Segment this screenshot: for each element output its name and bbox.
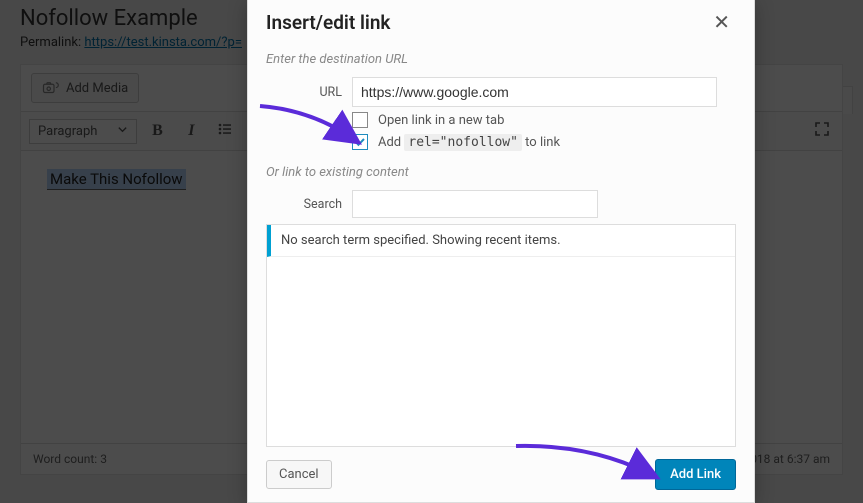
url-input[interactable]: [352, 77, 717, 107]
open-new-tab-option[interactable]: Open link in a new tab: [248, 109, 754, 131]
nofollow-option[interactable]: Add rel="nofollow" to link: [248, 131, 754, 153]
open-new-tab-label: Open link in a new tab: [378, 113, 504, 128]
search-input[interactable]: [352, 190, 598, 218]
nofollow-code: rel="nofollow": [404, 134, 522, 151]
url-row: URL: [248, 75, 754, 109]
nofollow-prefix: Add: [378, 135, 404, 150]
cancel-button[interactable]: Cancel: [266, 460, 332, 489]
close-button[interactable]: ✕: [707, 8, 736, 36]
add-link-button[interactable]: Add Link: [655, 459, 736, 490]
checkbox-checked-icon: [352, 134, 368, 150]
checkbox-unchecked-icon: [352, 112, 368, 128]
nofollow-suffix: to link: [522, 135, 560, 150]
url-field-label: URL: [266, 85, 342, 100]
search-row: Search: [248, 188, 754, 220]
nofollow-label: Add rel="nofollow" to link: [378, 135, 560, 150]
insert-link-modal: Insert/edit link ✕ Enter the destination…: [247, 0, 755, 503]
search-results: No search term specified. Showing recent…: [266, 224, 736, 447]
modal-title: Insert/edit link: [266, 11, 390, 34]
section-existing-label: Or link to existing content: [266, 165, 736, 180]
search-results-info: No search term specified. Showing recent…: [267, 225, 735, 257]
search-label: Search: [266, 197, 342, 212]
section-destination-label: Enter the destination URL: [266, 52, 736, 67]
close-icon: ✕: [713, 10, 730, 34]
